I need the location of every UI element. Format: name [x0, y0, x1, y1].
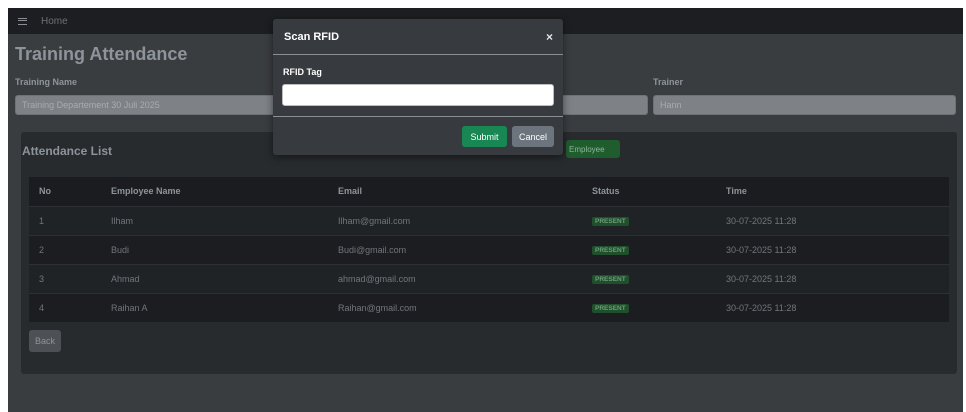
cell-time: 30-07-2025 11:28	[716, 205, 949, 235]
status-badge: PRESENT	[592, 304, 629, 314]
trainer-label: Trainer	[653, 77, 684, 87]
table-row: 4 Raihan A Raihan@gmail.com PRESENT 30-0…	[29, 292, 949, 322]
cell-employee-name: Ilham	[101, 205, 328, 235]
column-header-status: Status	[582, 177, 716, 206]
rfid-tag-label: RFID Tag	[283, 67, 322, 77]
training-name-label: Training Name	[15, 77, 78, 87]
cell-status: PRESENT	[582, 263, 716, 293]
status-badge: PRESENT	[592, 275, 629, 284]
cell-time: 30-07-2025 11:28	[716, 292, 949, 322]
cell-status: PRESENT	[582, 234, 716, 264]
cell-no: 1	[29, 205, 101, 235]
close-icon[interactable]: ×	[546, 31, 553, 43]
cell-no: 4	[29, 292, 101, 322]
cell-no: 3	[29, 263, 101, 293]
cell-time: 30-07-2025 11:28	[716, 263, 949, 293]
cell-employee-name: Ahmad	[101, 263, 328, 293]
cell-email: Raihan@gmail.com	[328, 292, 582, 322]
modal-footer-divider	[273, 116, 563, 117]
table-row: 1 Ilham Ilham@gmail.com PRESENT 30-07-20…	[29, 205, 949, 235]
table-row: 3 Ahmad ahmad@gmail.com PRESENT 30-07-20…	[29, 263, 949, 293]
cell-email: Ilham@gmail.com	[328, 205, 582, 235]
hamburger-icon[interactable]	[18, 17, 27, 25]
table-row: 2 Budi Budi@gmail.com PRESENT 30-07-2025…	[29, 234, 949, 264]
column-header-employee-name: Employee Name	[101, 177, 328, 206]
column-header-email: Email	[328, 177, 582, 206]
trainer-field[interactable]: Hann	[653, 95, 956, 115]
submit-button[interactable]: Submit	[462, 126, 507, 147]
cell-email: Budi@gmail.com	[328, 234, 582, 264]
cell-time: 30-07-2025 11:28	[716, 234, 949, 264]
modal-title: Scan RFID	[284, 31, 340, 43]
cell-employee-name: Raihan A	[101, 292, 328, 322]
cell-employee-name: Budi	[101, 234, 328, 264]
cell-status: PRESENT	[582, 205, 716, 235]
status-badge: PRESENT	[592, 246, 629, 255]
rfid-tag-input[interactable]	[282, 84, 554, 106]
attendance-table: No Employee Name Email Status Time 1 Ilh…	[29, 177, 949, 322]
home-link[interactable]: Home	[41, 16, 68, 27]
status-badge: PRESENT	[592, 217, 629, 226]
table-header-row: No Employee Name Email Status Time	[29, 177, 949, 206]
column-header-no: No	[29, 177, 101, 206]
attendance-list-title: Attendance List	[22, 144, 113, 158]
cell-status: PRESENT	[582, 292, 716, 322]
cell-email: ahmad@gmail.com	[328, 263, 582, 293]
cell-no: 2	[29, 234, 101, 264]
column-header-time: Time	[716, 177, 949, 206]
back-button[interactable]: Back	[29, 330, 61, 352]
modal-header-divider	[273, 54, 563, 55]
scan-rfid-modal: Scan RFID × RFID Tag Submit Cancel	[273, 19, 563, 155]
cancel-button[interactable]: Cancel	[512, 126, 554, 147]
add-employee-button[interactable]: Employee	[566, 140, 620, 158]
page-title: Training Attendance	[15, 44, 188, 64]
